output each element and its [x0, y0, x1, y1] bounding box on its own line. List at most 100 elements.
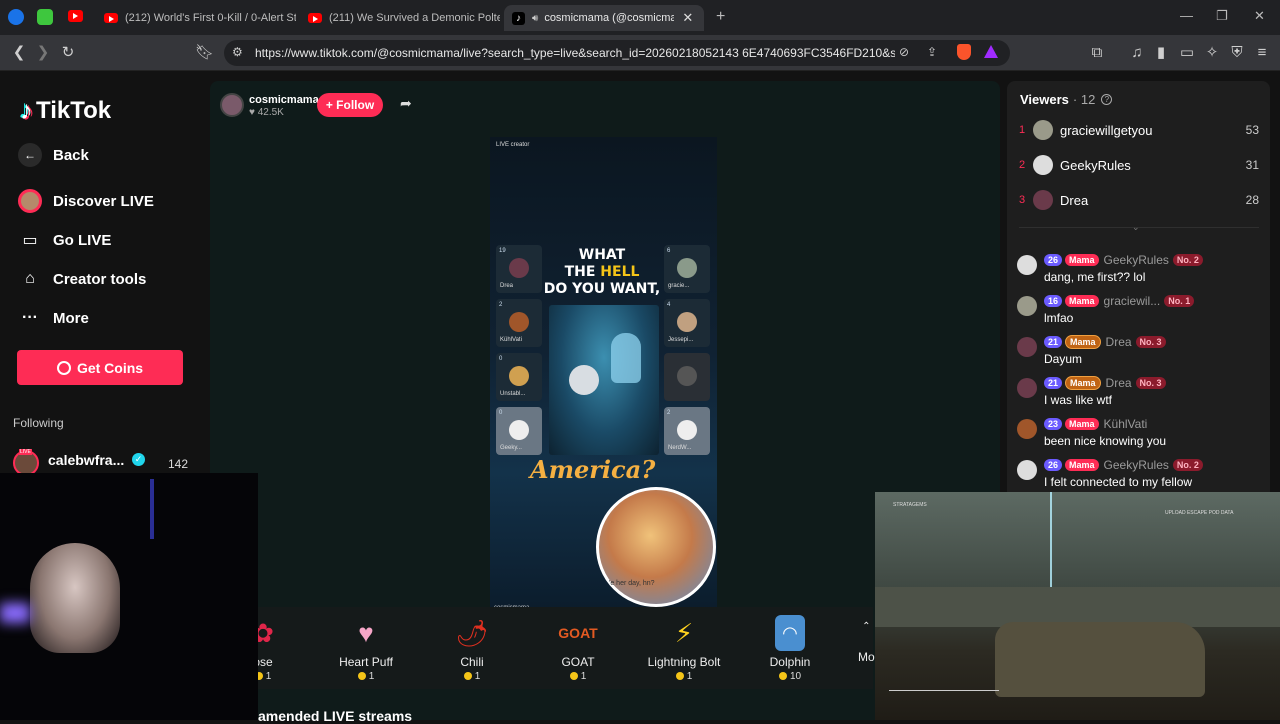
- brave-shield-icon[interactable]: [957, 44, 971, 60]
- tab-youtube-2[interactable]: (211) We Survived a Demonic Polterg: [300, 5, 500, 31]
- chat-username[interactable]: Drea: [1106, 376, 1132, 390]
- sidebar-item-go-live[interactable]: ▭ Go LIVE: [18, 228, 111, 252]
- gift-name: Dolphin: [769, 655, 811, 669]
- fan-badge: Mama: [1065, 254, 1099, 266]
- chili-icon: 🌶︎: [455, 618, 489, 648]
- gift-cost: 1: [533, 671, 623, 682]
- sidebar-toggle-icon[interactable]: ▮: [1152, 44, 1170, 62]
- overlay-line: WHAT: [578, 247, 626, 263]
- avatar: [509, 258, 529, 278]
- share-icon[interactable]: ➦: [400, 95, 412, 112]
- guest-slot[interactable]: 19 Drea: [496, 245, 542, 293]
- avatar: [677, 258, 697, 278]
- gifts-more-label: Mo: [858, 650, 875, 664]
- viewer-row[interactable]: 1 graciewillgetyou 53: [1019, 118, 1259, 142]
- webcam-overlay: [0, 473, 258, 720]
- site-settings-icon[interactable]: ⚙: [232, 45, 243, 59]
- youtube-pinned-icon[interactable]: [68, 10, 83, 22]
- brave-rewards-icon[interactable]: [984, 45, 998, 58]
- media-play-icon[interactable]: [37, 9, 53, 25]
- chat-username[interactable]: KühlVati: [1104, 417, 1148, 431]
- overlay-text: WHAT THE HELL DO YOU WANT,: [542, 247, 662, 298]
- slot-name: KühlVati: [500, 337, 522, 343]
- url-text[interactable]: https://www.tiktok.com/@cosmicmama/live?…: [255, 46, 895, 60]
- info-icon[interactable]: ?: [1101, 94, 1113, 105]
- empty-slot[interactable]: [664, 353, 710, 401]
- sidebar-item-creator-tools[interactable]: ⌂ Creator tools: [18, 267, 146, 291]
- new-tab-icon[interactable]: +: [716, 8, 725, 26]
- host-name[interactable]: cosmicmama: [249, 94, 319, 106]
- webcam-person: [30, 543, 120, 653]
- chat-username[interactable]: graciewil...: [1104, 294, 1161, 308]
- browser-toolbar: ❮ ❯ ↻ 🔖︎ ⚙ https://www.tiktok.com/@cosmi…: [0, 35, 1280, 71]
- host-avatar[interactable]: [220, 93, 244, 117]
- maximize-icon[interactable]: ❐: [1216, 8, 1228, 24]
- slot-count: 2: [667, 410, 671, 416]
- guest-slot[interactable]: 0 Unstabl...: [496, 353, 542, 401]
- avatar: [1017, 419, 1037, 439]
- gift-item[interactable]: 🌶︎ Chili 1: [427, 607, 517, 682]
- creator-tools-icon: ⌂: [25, 270, 35, 287]
- rank-badge: No. 1: [1164, 295, 1195, 307]
- chat-username[interactable]: GeekyRules: [1104, 253, 1169, 267]
- sidebar-item-label: Discover LIVE: [53, 192, 154, 210]
- live-video[interactable]: LIVE creator WHAT THE HELL DO YOU WANT, …: [490, 137, 717, 617]
- chat-username[interactable]: GeekyRules: [1104, 458, 1169, 472]
- viewer-name: GeekyRules: [1060, 157, 1131, 173]
- gift-cost: 1: [321, 671, 411, 682]
- game-hud-right: UPLOAD ESCAPE POD DATA: [1165, 510, 1234, 516]
- gift-item[interactable]: ◠ Dolphin 10: [745, 607, 835, 682]
- wallet-icon[interactable]: ▭: [1178, 44, 1196, 62]
- guest-slot[interactable]: 4 Jessepi...: [664, 299, 710, 347]
- gift-cost-value: 1: [265, 671, 272, 682]
- viewer-row[interactable]: 2 GeekyRules 31: [1019, 153, 1259, 177]
- avatar: [509, 312, 529, 332]
- tiktok-logo[interactable]: ♪ TikTok: [20, 95, 111, 126]
- cat-icon: [569, 365, 599, 395]
- minimize-icon[interactable]: —: [1180, 8, 1193, 23]
- slot-count: 0: [499, 356, 503, 362]
- viewer-score: 31: [1245, 158, 1259, 172]
- music-icon[interactable]: ♫: [1128, 44, 1146, 62]
- get-coins-button[interactable]: Get Coins: [17, 350, 183, 385]
- guest-slot[interactable]: 6 gracie...: [664, 245, 710, 293]
- gift-item[interactable]: GOAT GOAT 1: [533, 607, 623, 682]
- viewer-row[interactable]: 3 Drea 28: [1019, 188, 1259, 212]
- tab-title: cosmicmama (@cosmicmama: [544, 12, 675, 24]
- extensions-icon[interactable]: ⧉: [1088, 44, 1106, 62]
- sidebar-item-more[interactable]: ··· More: [18, 306, 89, 330]
- browser-profile-icon[interactable]: [8, 9, 24, 25]
- follow-button[interactable]: + Follow: [317, 93, 383, 117]
- tab-youtube-1[interactable]: (212) World's First 0-Kill / 0-Alert Ste: [96, 5, 296, 31]
- rank-badge: No. 2: [1172, 459, 1203, 471]
- vpn-icon[interactable]: ⛨: [1228, 44, 1246, 62]
- viewer-rank: 1: [1019, 124, 1026, 136]
- close-tab-icon[interactable]: ✕: [682, 10, 693, 26]
- tab-title: (211) We Survived a Demonic Polterg: [329, 12, 500, 24]
- forward-arrow-icon[interactable]: ❯: [34, 44, 52, 62]
- speaker-icon[interactable]: 🔊︎: [532, 13, 538, 24]
- bookmark-icon[interactable]: 🔖︎: [195, 44, 214, 62]
- window-close-icon[interactable]: ✕: [1254, 8, 1265, 24]
- camera-bubble: 'e her day, hn?: [596, 487, 716, 607]
- guest-slot[interactable]: 2 NerdW...: [664, 407, 710, 455]
- gift-item[interactable]: ⚡︎ Lightning Bolt 1: [639, 607, 729, 682]
- back-button[interactable]: ← Back: [18, 143, 89, 167]
- leo-ai-icon[interactable]: ✧: [1203, 44, 1221, 62]
- share-icon[interactable]: ⇪: [927, 45, 937, 59]
- guest-slot[interactable]: 2 KühlVati: [496, 299, 542, 347]
- tab-tiktok-active[interactable]: ♪ 🔊︎ cosmicmama (@cosmicmama ✕: [504, 5, 704, 31]
- reload-icon[interactable]: ↻: [59, 44, 77, 62]
- gift-item[interactable]: ♥ Heart Puff 1: [321, 607, 411, 682]
- back-arrow-icon[interactable]: ❮: [10, 44, 28, 62]
- no-tracking-icon[interactable]: ⊘: [899, 45, 909, 59]
- chevron-down-icon[interactable]: ⌄: [1132, 222, 1140, 233]
- viewers-header: Viewers · 12 ?: [1020, 92, 1113, 107]
- back-arrow-icon: ←: [18, 143, 42, 167]
- menu-icon[interactable]: ≡: [1253, 44, 1271, 62]
- sidebar-item-discover-live[interactable]: Discover LIVE: [18, 189, 154, 213]
- chat-username[interactable]: Drea: [1106, 335, 1132, 349]
- guest-slot[interactable]: 0 Geeky...: [496, 407, 542, 455]
- address-bar[interactable]: ⚙ https://www.tiktok.com/@cosmicmama/liv…: [224, 40, 1010, 66]
- gifts-more[interactable]: ⌃ Mo: [858, 621, 875, 664]
